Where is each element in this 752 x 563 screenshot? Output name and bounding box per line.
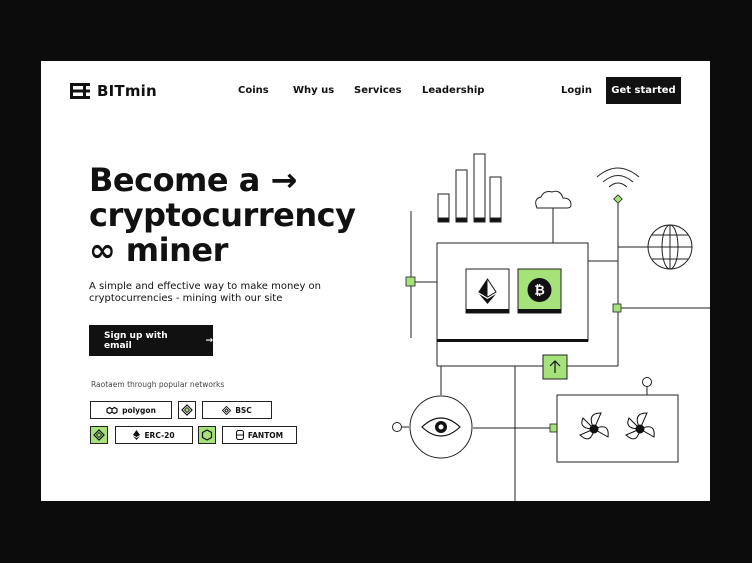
ethereum-card bbox=[465, 268, 510, 314]
network-toggle-bnb[interactable] bbox=[178, 401, 196, 419]
network-label: ERC-20 bbox=[144, 430, 175, 440]
globe-icon bbox=[647, 224, 693, 270]
brand-logo[interactable]: BITmin bbox=[70, 82, 157, 100]
hero-heading-line-1: Become a → bbox=[89, 163, 297, 198]
landing-page: BITmin Coins Why us Services Leadership … bbox=[41, 61, 710, 501]
hero-line-3-text: miner bbox=[125, 231, 229, 269]
nav-services[interactable]: Services bbox=[354, 85, 402, 96]
signup-email-button[interactable]: Sign up with email → bbox=[89, 325, 213, 356]
bsc-icon bbox=[222, 405, 232, 415]
network-erc20[interactable]: ERC-20 bbox=[115, 426, 193, 444]
mining-illustration: ₿ bbox=[392, 153, 710, 501]
network-label: polygon bbox=[122, 405, 156, 415]
cooling-fans bbox=[556, 394, 679, 463]
miner-device bbox=[436, 242, 589, 342]
bitcoin-card: ₿ bbox=[517, 268, 562, 314]
hero-heading-line-3: ∞ miner bbox=[89, 233, 228, 268]
svg-text:₿: ₿ bbox=[534, 284, 545, 299]
polygon-icon bbox=[106, 406, 118, 414]
nav-coins[interactable]: Coins bbox=[238, 85, 269, 96]
arrow-up-icon bbox=[542, 354, 568, 380]
nav-leadership[interactable]: Leadership bbox=[422, 85, 484, 96]
fantom-icon bbox=[235, 430, 244, 440]
network-toggle-active[interactable] bbox=[90, 426, 108, 444]
network-fantom[interactable]: FANTOM bbox=[222, 426, 297, 444]
ethereum-icon bbox=[133, 430, 141, 440]
hero-heading-line-2: cryptocurrency bbox=[89, 196, 356, 234]
brand-name: BITmin bbox=[97, 82, 157, 100]
nav-why-us[interactable]: Why us bbox=[293, 85, 334, 96]
signup-label: Sign up with email bbox=[104, 330, 168, 351]
network-polygon[interactable]: polygon bbox=[90, 401, 172, 419]
arrow-right-icon: → bbox=[205, 335, 213, 346]
cloud-icon bbox=[535, 190, 572, 209]
bar-chart-icon bbox=[437, 153, 502, 223]
login-link[interactable]: Login bbox=[561, 85, 592, 96]
network-bsc[interactable]: BSC bbox=[202, 401, 272, 419]
infinity-icon: ∞ bbox=[89, 231, 116, 269]
binance-diamond-icon bbox=[181, 404, 193, 416]
binance-diamond-icon bbox=[93, 429, 105, 441]
network-toggle-fantom[interactable] bbox=[198, 426, 216, 444]
network-label: BSC bbox=[235, 405, 252, 415]
eye-icon bbox=[409, 395, 473, 459]
wifi-icon bbox=[596, 167, 640, 188]
networks-title: Raotaem through popular networks bbox=[91, 380, 225, 389]
hexagon-icon bbox=[201, 429, 213, 441]
hero-subtitle: A simple and effective way to make money… bbox=[89, 281, 321, 304]
network-label: FANTOM bbox=[247, 430, 284, 440]
get-started-button[interactable]: Get started bbox=[606, 77, 681, 104]
arrow-right-icon: → bbox=[270, 161, 297, 199]
stacked-bars-logo-icon bbox=[70, 83, 90, 99]
hero-line-1-text: Become a bbox=[89, 161, 260, 199]
